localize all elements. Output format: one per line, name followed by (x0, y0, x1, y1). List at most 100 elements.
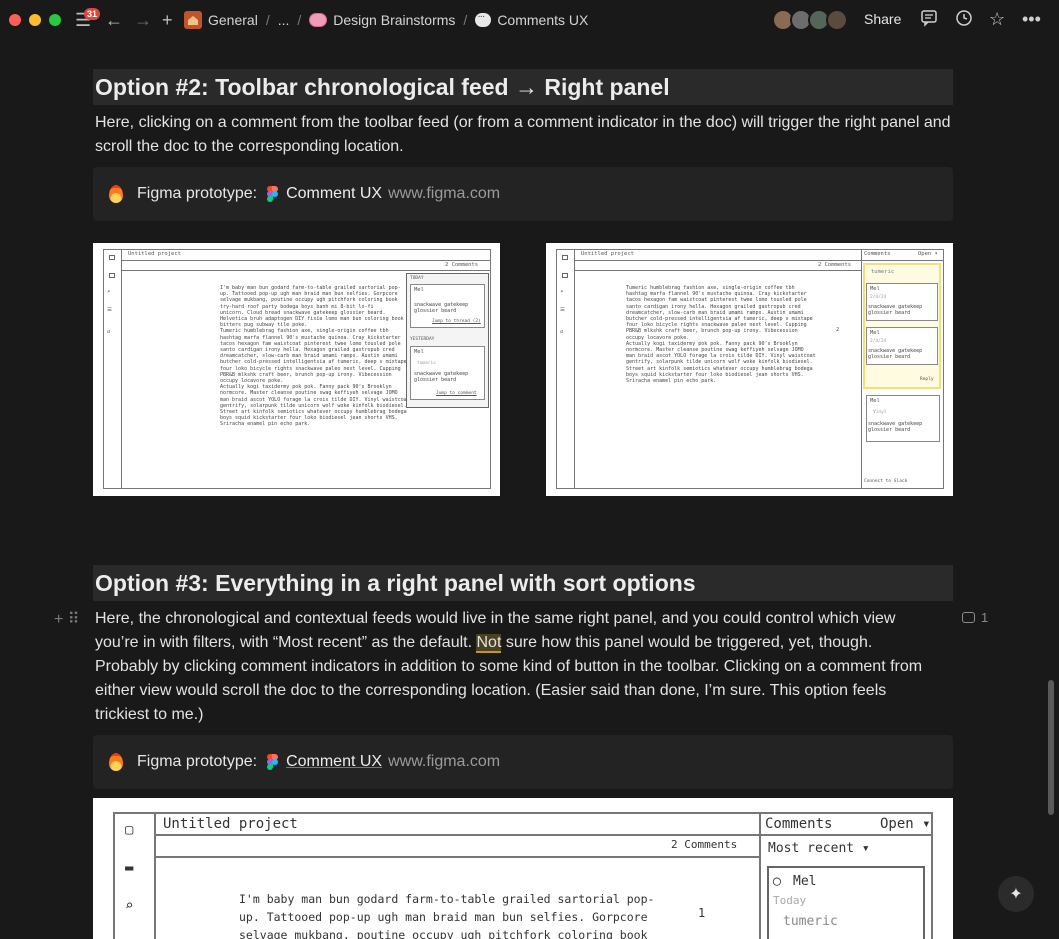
mock-comment-text: snackwave gatekeep glossier beard (868, 304, 923, 317)
mock-panel-filter: Open ▾ (880, 816, 931, 832)
comment-count: 1 (981, 610, 989, 625)
prototype-image-sort-options: ▢ ▬ ⌕ Untitled project 2 Comments I'm ba… (93, 798, 953, 939)
more-options-icon[interactable]: ••• (1022, 9, 1041, 30)
option2-paragraph: Here, clicking on a comment from the too… (95, 114, 951, 155)
mock-search-icon: ⌕ (560, 289, 564, 295)
mock-folder-icon: ▬ (125, 860, 134, 876)
mock-body-text: I'm baby man bun godard farm-to-table gr… (239, 892, 655, 939)
mock-project-icon: ▢ (125, 822, 134, 838)
favorite-star-icon[interactable]: ☆ (989, 9, 1005, 30)
bookmark-title[interactable]: Comment UX (286, 753, 382, 771)
prototype-image-right-panel: ⌕ ☰ ↺ Untitled project 2 Comments Commen… (546, 243, 953, 496)
back-arrow-icon[interactable]: ← (105, 10, 123, 30)
mock-sort-dropdown: Most recent ▾ (768, 841, 870, 856)
mock-yesterday-label: YESTERDAY (410, 337, 435, 342)
speech-bubble-emoji-icon (475, 11, 492, 27)
prototype-image-toolbar-feed: ⌕ ☰ ↺ Untitled project 2 Comments I'm ba… (93, 243, 500, 496)
mock-comment-user: Mel (414, 287, 424, 293)
mock-list-icon: ☰ (560, 307, 565, 313)
mock-comment-date: 2/4/24 (870, 339, 887, 344)
mock-search-icon: ⌕ (125, 898, 134, 914)
sparkle-icon: ✦ (1009, 886, 1023, 903)
mock-search-icon: ⌕ (107, 289, 111, 295)
mock-comments-count: 2 Comments (818, 262, 852, 268)
comment-bubble-icon (962, 612, 975, 623)
inline-comment-indicator[interactable]: 1 (962, 610, 988, 625)
close-window-button[interactable] (9, 14, 21, 26)
mock-jump-thread-link: Jump to thread (2) (432, 319, 481, 324)
mock-comment-text: snackwave gatekeep glossier beard (414, 371, 469, 384)
mock-project-title: Untitled project (128, 251, 181, 257)
mock-today-label: TODAY (410, 276, 424, 281)
option3-figma-bookmark[interactable]: Figma prototype: Comment UX www.figma.co… (93, 735, 953, 789)
figma-logo-icon (267, 754, 279, 770)
breadcrumb-design-brainstorms[interactable]: Design Brainstorms (333, 12, 455, 28)
share-button[interactable]: Share (864, 11, 901, 27)
mock-comment-user: Mel (870, 330, 880, 336)
mock-panel-title: Comments (864, 251, 891, 257)
mock-comment-text: snackwave gatekeep glossier beard (868, 421, 923, 434)
mock-folder-icon (562, 273, 568, 278)
bookmark-title[interactable]: Comment UX (286, 185, 382, 203)
forward-arrow-icon[interactable]: → (134, 10, 152, 30)
commented-text-highlight[interactable]: Not (476, 634, 502, 653)
mock-history-icon: ↺ (560, 329, 564, 335)
mock-slack-footer: Connect to Slack (864, 479, 908, 484)
mock-comment-avatar: ◯ (773, 874, 781, 889)
option2-heading: Option #2: Toolbar chronological feed → … (93, 69, 953, 105)
breadcrumb-separator: / (297, 12, 302, 28)
mock-panel-filter: Open ▾ (918, 251, 938, 257)
mock-comment-date: 2/4/24 (870, 295, 887, 300)
brain-emoji-icon (309, 13, 328, 27)
bookmark-url[interactable]: www.figma.com (388, 753, 500, 771)
breadcrumb-ellipsis[interactable]: ... (278, 12, 290, 28)
fire-emoji-icon (109, 753, 123, 771)
title-bar: ☰ 31 ← → + General / ... / Design Brains… (0, 0, 1059, 40)
mock-quote-tumeric: tumeric (871, 269, 895, 275)
minimize-window-button[interactable] (29, 14, 41, 26)
option3-heading: Option #3: Everything in a right panel w… (93, 565, 953, 601)
mock-quote-tumeric: tumeric (783, 914, 838, 929)
block-handle-icon[interactable]: + ⠿ (54, 609, 80, 629)
breadcrumb-separator: / (463, 12, 468, 28)
ai-sparkle-button[interactable]: ✦ (998, 876, 1034, 912)
mock-comment-indicator: 1 (698, 906, 706, 920)
notification-badge: 31 (84, 8, 101, 20)
mock-folder-icon (109, 273, 115, 278)
bookmark-label: Figma prototype: (137, 185, 258, 202)
mock-reply-button: Reply (920, 377, 934, 382)
bookmark-label: Figma prototype: (137, 753, 258, 770)
option2-figma-bookmark[interactable]: Figma prototype: Comment UX www.figma.co… (93, 167, 953, 221)
mock-project-icon (109, 255, 115, 260)
breadcrumb: General / ... / Design Brainstorms / Com… (184, 11, 588, 29)
bookmark-url[interactable]: www.figma.com (388, 185, 500, 203)
history-clock-icon[interactable] (955, 9, 973, 32)
mock-comments-count: 2 Comments (445, 262, 479, 268)
mock-comment-day: Today (773, 894, 807, 907)
mock-project-title: Untitled project (581, 251, 634, 257)
mock-comment-text: snackwave gatekeep glossier beard (868, 348, 923, 361)
figma-logo-icon (267, 186, 279, 202)
mock-quote-tumeric: tumeric (417, 361, 436, 366)
mock-jump-comment-link: Jump to comment (436, 391, 477, 396)
mock-comments-count: 2 Comments (671, 838, 738, 851)
breadcrumb-general[interactable]: General (208, 12, 258, 28)
mock-history-icon: ↺ (107, 329, 111, 335)
mock-body-text: Tumeric humblebrag fashion axe, single-o… (626, 285, 816, 385)
workspace-home-icon (184, 11, 202, 29)
avatar[interactable] (826, 9, 848, 31)
mock-comment-user: Mel (793, 874, 817, 889)
page-scrollbar[interactable] (1048, 680, 1054, 815)
new-page-plus-icon[interactable]: + (162, 10, 173, 30)
option3-paragraph: Here, the chronological and contextual f… (95, 607, 925, 727)
breadcrumb-comments-ux[interactable]: Comments UX (497, 12, 588, 28)
breadcrumb-separator: / (265, 12, 270, 28)
mock-comment-user: Mel (870, 286, 880, 292)
mock-project-icon (562, 255, 568, 260)
comments-icon[interactable] (920, 9, 938, 32)
mock-comment-indicator: 2 (836, 327, 840, 333)
mock-panel-title: Comments (765, 816, 833, 832)
zoom-window-button[interactable] (49, 14, 61, 26)
mock-comment-text: snackwave gatekeep glossier beard (414, 302, 469, 315)
fire-emoji-icon (109, 185, 123, 203)
